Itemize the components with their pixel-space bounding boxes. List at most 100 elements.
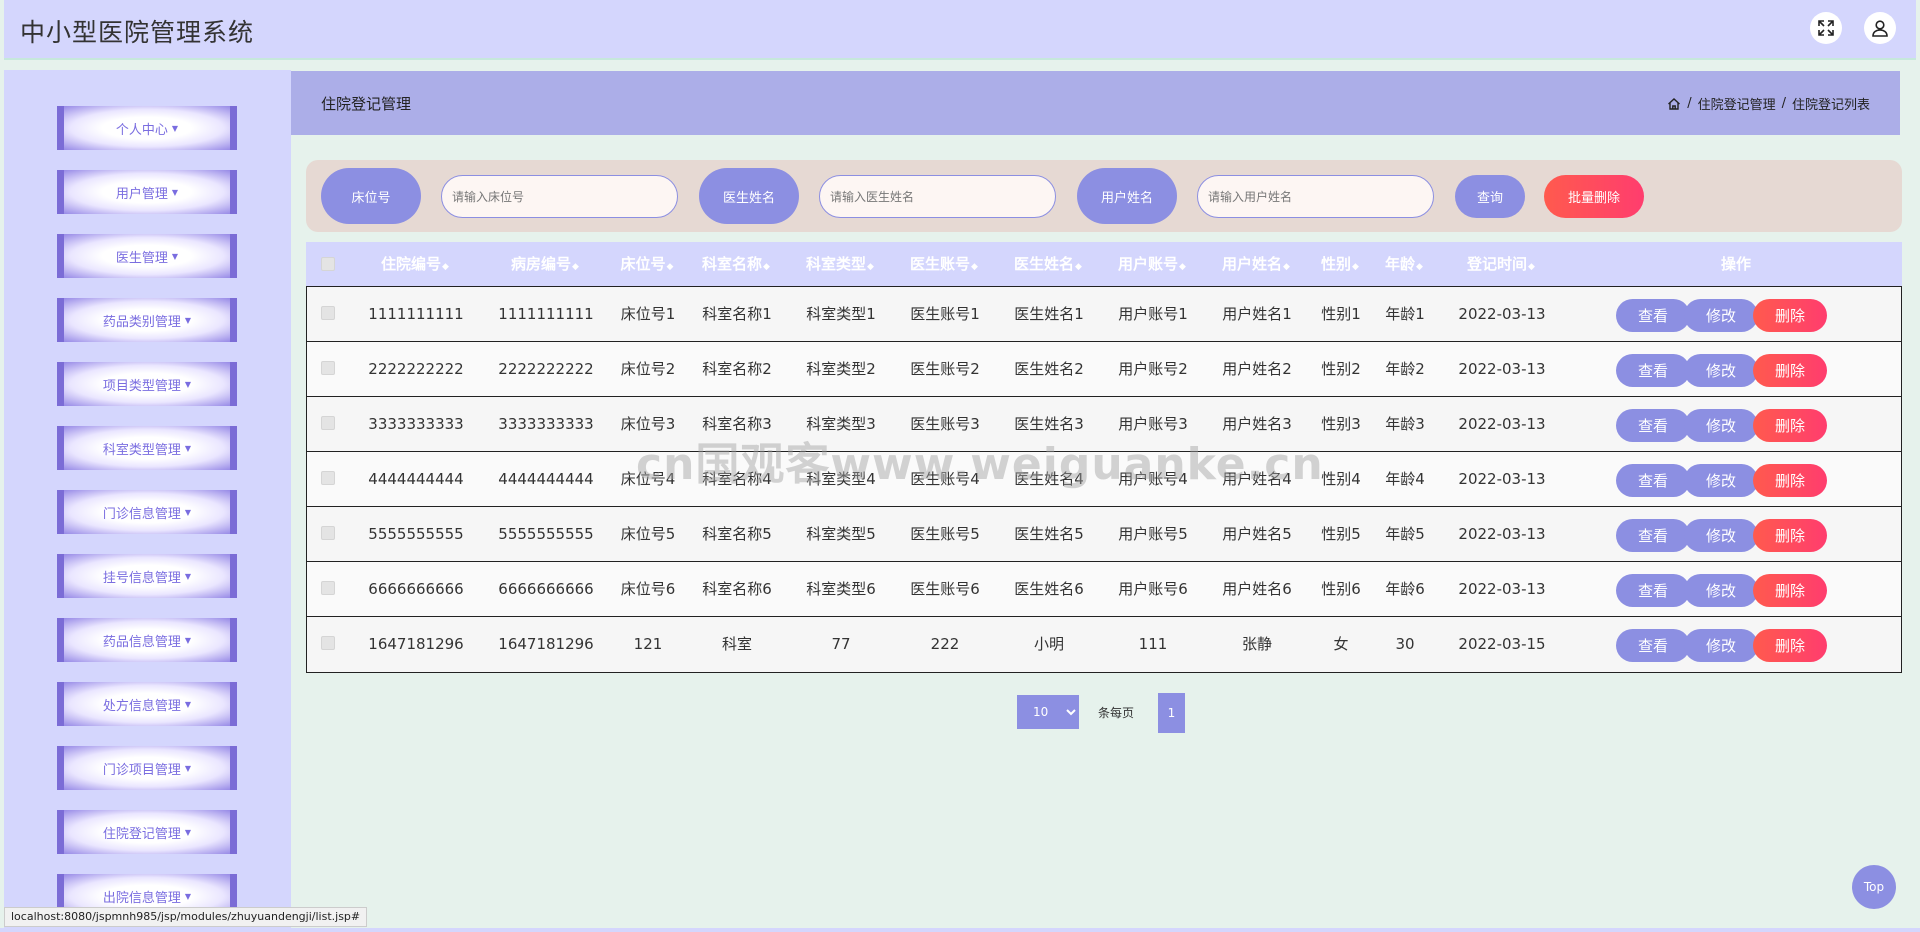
sidebar-item-registration-info[interactable]: 挂号信息管理 ▼ (57, 554, 237, 598)
cell-doctor-name: 医生姓名4 (1014, 470, 1084, 488)
view-button[interactable]: 查看 (1616, 629, 1690, 662)
view-button[interactable]: 查看 (1616, 574, 1690, 607)
edit-button[interactable]: 修改 (1684, 354, 1758, 387)
cell-doctor-name: 医生姓名3 (1014, 415, 1084, 433)
row-checkbox[interactable] (321, 306, 335, 320)
cell-inpatient-no: 6666666666 (368, 580, 464, 598)
delete-button[interactable]: 删除 (1753, 354, 1827, 387)
cell-dept-name: 科室名称1 (702, 305, 772, 323)
sidebar-item-drug-info[interactable]: 药品信息管理 ▼ (57, 618, 237, 662)
edit-button[interactable]: 修改 (1684, 299, 1758, 332)
cell-register-time: 2022-03-13 (1458, 305, 1546, 323)
batch-delete-button[interactable]: 批量删除 (1544, 175, 1644, 218)
table-row: 1647181296 1647181296 121 科室 77 222 小明 111 张静 女 30… (307, 617, 1901, 672)
query-button[interactable]: 查询 (1455, 175, 1525, 218)
sidebar-item-project-type[interactable]: 项目类型管理 ▼ (57, 362, 237, 406)
sidebar-item-outpatient-project[interactable]: 门诊项目管理 ▼ (57, 746, 237, 790)
row-checkbox[interactable] (321, 471, 335, 485)
breadcrumb: / 住院登记管理 / 住院登记列表 (1667, 94, 1870, 113)
page-size-select[interactable]: 10 (1017, 695, 1079, 729)
bed-number-input[interactable] (441, 175, 678, 218)
breadcrumb-item-module[interactable]: 住院登记管理 (1698, 94, 1776, 113)
cell-age: 年龄5 (1385, 525, 1425, 543)
col-user-account[interactable]: 用户账号◆ (1100, 242, 1204, 286)
cell-gender: 女 (1333, 635, 1349, 653)
edit-button[interactable]: 修改 (1684, 629, 1758, 662)
delete-button[interactable]: 删除 (1753, 519, 1827, 552)
user-menu-button[interactable] (1864, 12, 1896, 44)
col-doctor-account[interactable]: 医生账号◆ (892, 242, 996, 286)
cell-gender: 性别5 (1321, 525, 1361, 543)
row-checkbox[interactable] (321, 636, 335, 650)
col-user-name[interactable]: 用户姓名◆ (1204, 242, 1308, 286)
sidebar-item-outpatient-info[interactable]: 门诊信息管理 ▼ (57, 490, 237, 534)
col-doctor-name[interactable]: 医生姓名◆ (996, 242, 1100, 286)
view-button[interactable]: 查看 (1616, 409, 1690, 442)
cell-register-time: 2022-03-13 (1458, 415, 1546, 433)
cell-user-account: 111 (1138, 635, 1168, 653)
col-dept-name[interactable]: 科室名称◆ (684, 242, 788, 286)
cell-dept-type: 科室类型1 (806, 305, 876, 323)
sidebar-item-label: 科室类型管理 (102, 442, 181, 458)
col-ward-no[interactable]: 病房编号◆ (480, 242, 610, 286)
cell-ward-no: 4444444444 (498, 470, 594, 488)
sort-icon: ◆ (1179, 262, 1186, 272)
col-dept-type[interactable]: 科室类型◆ (788, 242, 892, 286)
col-register-time[interactable]: 登记时间◆ (1436, 242, 1566, 286)
home-icon[interactable] (1667, 97, 1681, 111)
col-bed-no[interactable]: 床位号◆ (610, 242, 684, 286)
edit-button[interactable]: 修改 (1684, 409, 1758, 442)
cell-register-time: 2022-03-13 (1458, 525, 1546, 543)
sidebar-item-users[interactable]: 用户管理 ▼ (57, 170, 237, 214)
view-button[interactable]: 查看 (1616, 354, 1690, 387)
fullscreen-button[interactable] (1810, 12, 1842, 44)
view-button[interactable]: 查看 (1616, 464, 1690, 497)
back-to-top-button[interactable]: Top (1852, 865, 1896, 909)
doctor-name-input[interactable] (819, 175, 1056, 218)
select-all-checkbox[interactable] (321, 257, 335, 271)
cell-dept-name: 科室名称4 (702, 470, 772, 488)
per-page-label: 条每页 (1098, 706, 1135, 720)
sidebar-item-doctors[interactable]: 医生管理 ▼ (57, 234, 237, 278)
cell-dept-name: 科室名称6 (702, 580, 772, 598)
delete-button[interactable]: 删除 (1753, 409, 1827, 442)
table-row: 6666666666 6666666666 床位号6 科室名称6 科室类型6 医生账号6 医… (307, 562, 1901, 617)
sidebar-item-label: 用户管理 (115, 186, 168, 202)
table-body: 1111111111 1111111111 床位号1 科室名称1 科室类型1 医生账号1 医… (306, 286, 1902, 673)
table-row: 2222222222 2222222222 床位号2 科室名称2 科室类型2 医生账号2 医… (307, 342, 1901, 397)
cell-doctor-account: 医生账号2 (910, 360, 980, 378)
sidebar-item-drug-category[interactable]: 药品类别管理 ▼ (57, 298, 237, 342)
edit-button[interactable]: 修改 (1684, 574, 1758, 607)
sidebar-item-inpatient-registration[interactable]: 住院登记管理 ▼ (57, 810, 237, 854)
delete-button[interactable]: 删除 (1753, 464, 1827, 497)
col-age[interactable]: 年龄◆ (1372, 242, 1436, 286)
col-gender[interactable]: 性别◆ (1308, 242, 1372, 286)
cell-doctor-account: 医生账号3 (910, 415, 980, 433)
breadcrumb-separator: / (1687, 96, 1692, 111)
delete-button[interactable]: 删除 (1753, 299, 1827, 332)
sort-icon: ◆ (442, 262, 449, 272)
cell-user-name: 用户姓名6 (1222, 580, 1292, 598)
edit-button[interactable]: 修改 (1684, 519, 1758, 552)
status-bar-url: localhost:8080/jspmnh985/jsp/modules/zhu… (4, 907, 368, 927)
row-checkbox[interactable] (321, 581, 335, 595)
row-checkbox[interactable] (321, 361, 335, 375)
delete-button[interactable]: 删除 (1753, 629, 1827, 662)
delete-button[interactable]: 删除 (1753, 574, 1827, 607)
page-button-current[interactable]: 1 (1158, 693, 1185, 733)
row-checkbox[interactable] (321, 526, 335, 540)
col-inpatient-no[interactable]: 住院编号◆ (350, 242, 480, 286)
cell-age: 30 (1395, 635, 1415, 653)
caret-down-icon: ▼ (184, 571, 192, 581)
view-button[interactable]: 查看 (1616, 299, 1690, 332)
view-button[interactable]: 查看 (1616, 519, 1690, 552)
edit-button[interactable]: 修改 (1684, 464, 1758, 497)
row-checkbox[interactable] (321, 416, 335, 430)
search-form: 床位号 医生姓名 用户姓名 查询 批量删除 (306, 160, 1902, 232)
sidebar-item-personal-center[interactable]: 个人中心 ▼ (57, 106, 237, 150)
sidebar-item-department-type[interactable]: 科室类型管理 ▼ (57, 426, 237, 470)
user-name-input[interactable] (1197, 175, 1434, 218)
cell-age: 年龄1 (1385, 305, 1425, 323)
cell-ward-no: 5555555555 (498, 525, 594, 543)
cell-ward-no: 1647181296 (498, 635, 594, 653)
